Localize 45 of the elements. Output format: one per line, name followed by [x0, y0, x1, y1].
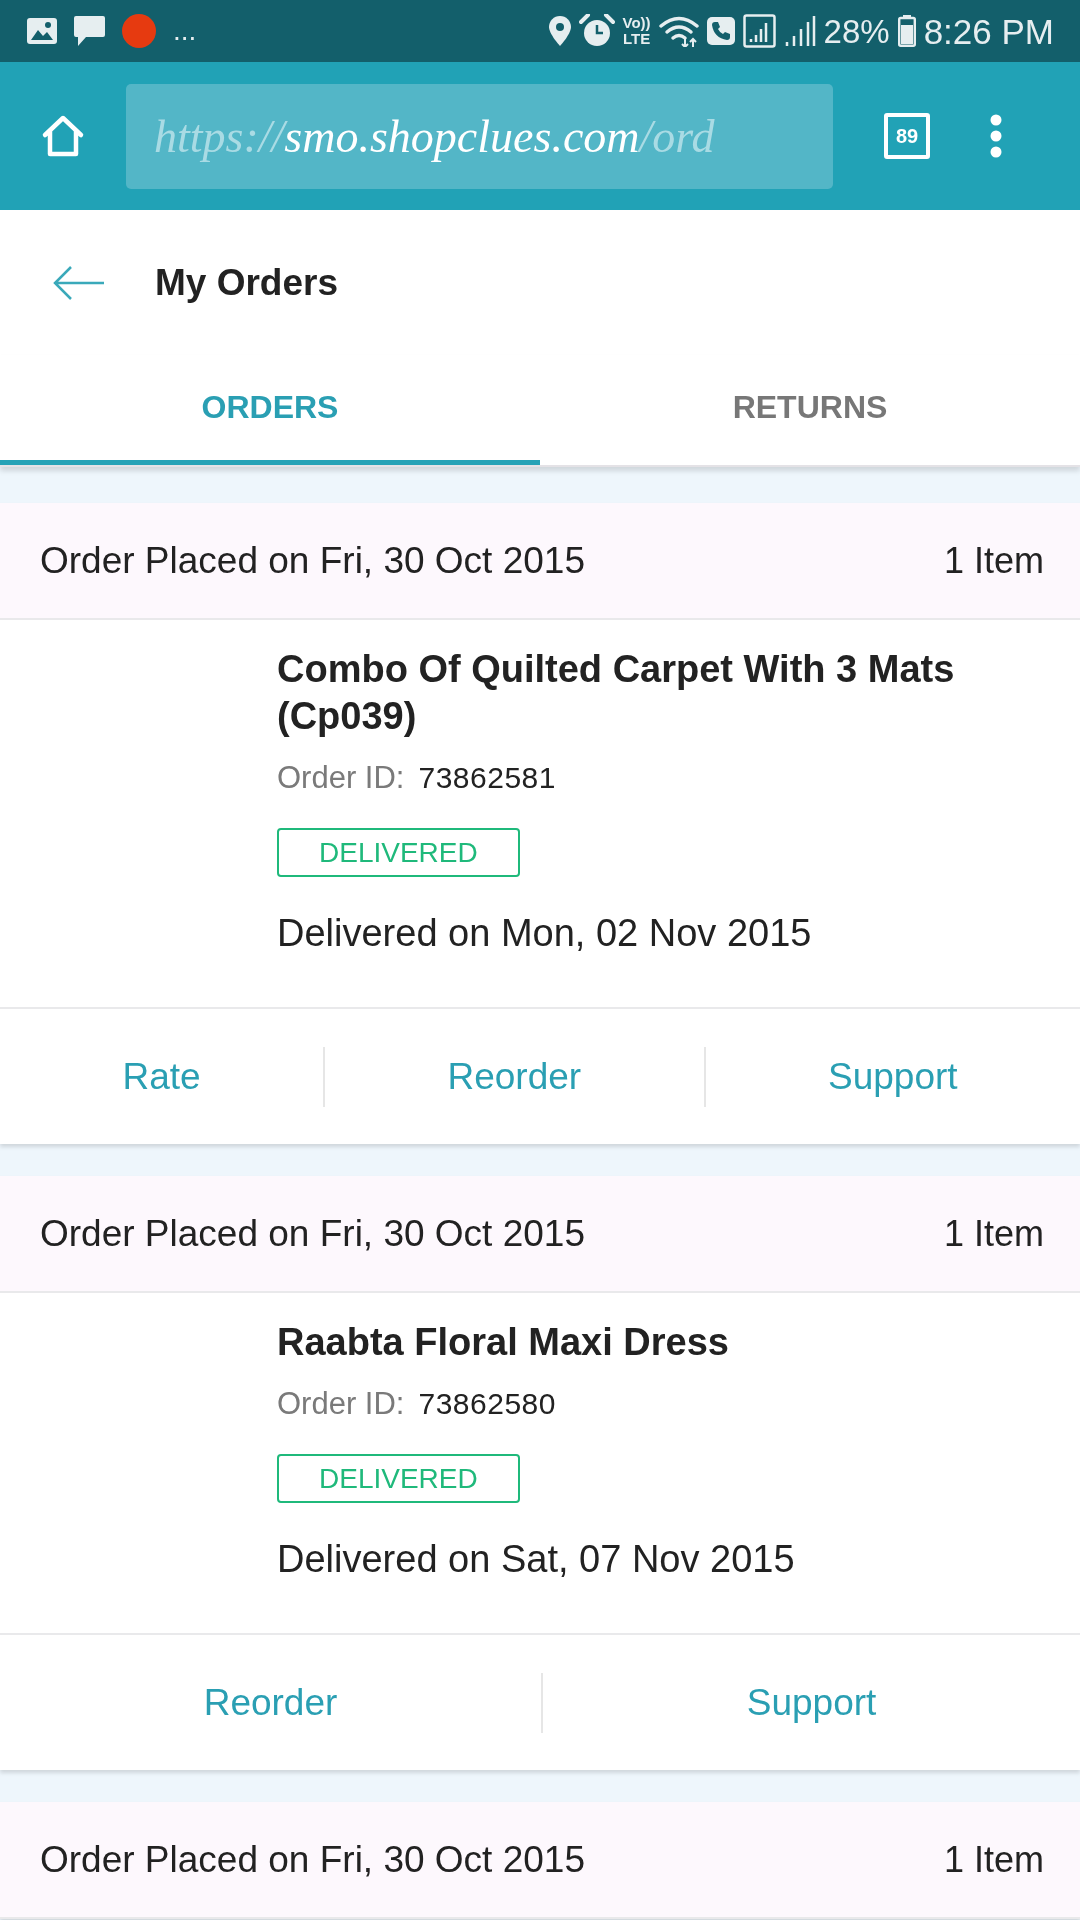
clock-time-text: 8:26 PM	[923, 13, 1054, 49]
order-placed-date: Order Placed on Fri, 30 Oct 2015	[40, 1212, 585, 1255]
signal-icon	[742, 14, 776, 48]
location-pin-icon	[548, 16, 571, 46]
order-id-value: 73862581	[418, 761, 556, 795]
item-count: 1 Item	[943, 1212, 1044, 1255]
alarm-clock-icon	[578, 14, 615, 48]
lte-text: LTE	[622, 31, 651, 47]
battery-icon	[897, 15, 916, 47]
menu-icon	[990, 114, 1002, 158]
record-dot-icon	[122, 14, 156, 48]
tab[interactable]: ORDERS	[0, 355, 540, 465]
home-icon	[41, 114, 85, 158]
item-count: 1 Item	[943, 539, 1044, 582]
order-id-label: Order ID:	[277, 760, 405, 796]
action-button[interactable]: Support	[705, 1009, 1080, 1144]
order-id-label: Order ID:	[277, 1386, 405, 1422]
page-title: My Orders	[155, 261, 338, 304]
url-field[interactable]: https://smo.shopclues.com/ord	[126, 83, 833, 189]
volte-text: Vo))	[622, 15, 651, 31]
action-button[interactable]: Rate	[0, 1009, 323, 1144]
order-placed-date: Order Placed on Fri, 30 Oct 2015	[40, 539, 585, 582]
product-title: Combo Of Quilted Carpet With 3 Mats (Cp039)	[277, 647, 956, 739]
tab[interactable]: RETURNS	[540, 355, 1080, 465]
back-arrow-icon	[53, 265, 105, 300]
message-icon	[74, 16, 105, 46]
action-button[interactable]: Reorder	[0, 1635, 542, 1770]
status-badge: DELIVERED	[277, 828, 520, 877]
action-button[interactable]: Reorder	[325, 1009, 704, 1144]
signal-icon	[783, 15, 816, 47]
order-id-value: 73862580	[418, 1387, 556, 1421]
tab-count-button[interactable]: 89	[884, 113, 930, 159]
order-placed-date: Order Placed on Fri, 30 Oct 2015	[40, 1838, 585, 1881]
item-count: 1 Item	[943, 1838, 1044, 1881]
more-notifications-text: ...	[173, 17, 197, 45]
back-button[interactable]	[53, 265, 105, 300]
status-badge: DELIVERED	[277, 1454, 520, 1503]
action-button[interactable]: Support	[543, 1635, 1080, 1770]
delivery-date: Delivered on Sat, 07 Nov 2015	[277, 1537, 796, 1582]
product-title: Raabta Floral Maxi Dress	[277, 1320, 730, 1365]
battery-percent-text: 28%	[823, 14, 890, 48]
delivery-date: Delivered on Mon, 02 Nov 2015	[277, 911, 813, 956]
image-icon	[27, 18, 57, 44]
call-icon	[706, 17, 735, 45]
wifi-icon	[658, 15, 699, 47]
